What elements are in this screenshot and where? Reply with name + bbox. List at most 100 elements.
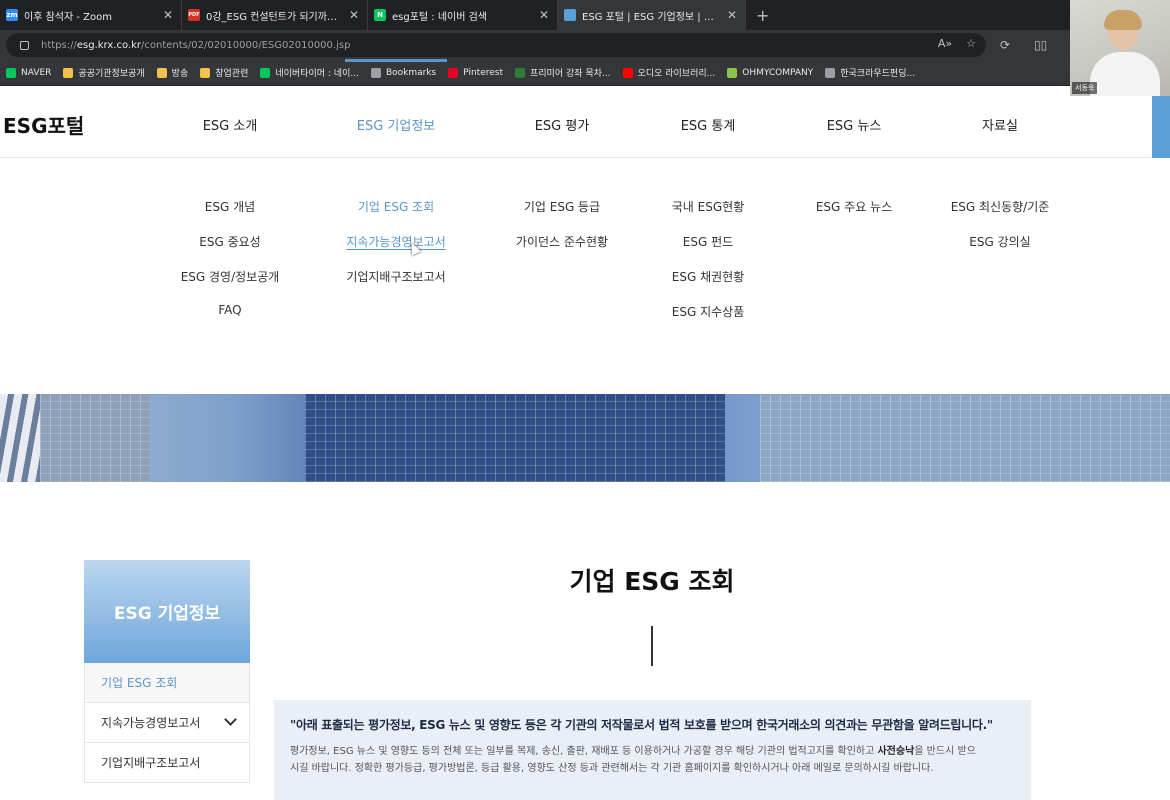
bookmark-item[interactable]: Pinterest — [448, 67, 503, 78]
notice-body: 평가정보, ESG 뉴스 및 영향도 등의 전체 또는 일부를 복제, 송신, … — [290, 746, 976, 774]
split-screen-icon[interactable]: ▯▯ — [1034, 38, 1047, 52]
mega-col-statistics: 국내 ESG현황 ESG 펀드 ESG 채권현황 ESG 지수상품 — [672, 198, 744, 338]
bookmark-item[interactable]: 공공기관정보공개 — [63, 66, 145, 79]
star-icon[interactable]: ☆ — [966, 37, 976, 50]
nav-esg-company-info[interactable]: ESG 기업정보 — [357, 115, 436, 134]
side-navigation: ESG 기업정보 기업 ESG 조회 지속가능경영보고서 기업지배구조보고서 — [84, 560, 250, 783]
menu-item[interactable]: ESG 중요성 — [199, 233, 260, 268]
close-icon[interactable]: ✕ — [539, 8, 549, 22]
side-tab[interactable] — [1152, 96, 1170, 158]
url-text[interactable]: https://esg.krx.co.kr/contents/02/020100… — [41, 40, 350, 51]
site-icon — [515, 67, 525, 78]
menu-item[interactable]: ESG 최신동향/기준 — [951, 198, 1050, 233]
notice-box: "아래 표출되는 평가정보, ESG 뉴스 및 영향도 등은 각 기관의 저작물… — [274, 700, 1031, 800]
read-aloud-icon[interactable]: A» — [938, 37, 952, 50]
browser-tab-pdf[interactable]: PDF 0강_ESG 컨설턴트가 되기까지.pdf ✕ — [182, 0, 368, 30]
folder-icon — [63, 67, 74, 78]
menu-item-governance-report[interactable]: 기업지배구조보고서 — [346, 268, 445, 303]
bookmark-label: OHMYCOMPANY — [742, 67, 814, 78]
close-icon[interactable]: ✕ — [727, 8, 737, 22]
side-nav-label: 지속가능경영보고서 — [101, 716, 201, 730]
tab-title: 이후 참석자 - Zoom — [24, 11, 112, 23]
bookmark-item[interactable]: 창업관련 — [200, 66, 248, 79]
browser-tab-zoom[interactable]: zm 이후 참석자 - Zoom ✕ — [0, 0, 182, 30]
menu-item[interactable]: ESG 경영/정보공개 — [181, 268, 280, 303]
folder-icon — [200, 67, 211, 78]
ohmy-icon — [727, 67, 738, 78]
mega-menu: ESG 개념 ESG 중요성 ESG 경영/정보공개 FAQ 기업 ESG 조회… — [0, 158, 1170, 394]
lock-icon — [20, 40, 29, 50]
menu-item[interactable]: ESG 주요 뉴스 — [816, 198, 892, 233]
menu-item[interactable]: 기업 ESG 등급 — [524, 198, 600, 233]
naver-icon: N — [374, 9, 386, 21]
nav-resources[interactable]: 자료실 — [982, 115, 1018, 134]
close-icon[interactable]: ✕ — [349, 8, 359, 22]
nav-esg-news[interactable]: ESG 뉴스 — [827, 115, 882, 134]
nav-esg-intro[interactable]: ESG 소개 — [203, 115, 258, 134]
mega-col-company-info: 기업 ESG 조회 지속가능경영보고서 기업지배구조보고서 — [346, 198, 445, 303]
side-nav-sustainability-report[interactable]: 지속가능경영보고서 — [84, 703, 250, 743]
browser-tab-naver[interactable]: N esg포털 : 네이버 검색 ✕ — [368, 0, 558, 30]
mega-col-news: ESG 주요 뉴스 — [816, 198, 892, 233]
menu-item[interactable]: ESG 개념 — [205, 198, 255, 233]
nav-esg-evaluation[interactable]: ESG 평가 — [535, 115, 590, 134]
menu-item[interactable]: ESG 펀드 — [683, 233, 733, 268]
menu-item[interactable]: ESG 채권현황 — [672, 268, 744, 303]
bookmark-item[interactable]: Bookmarks — [370, 67, 437, 78]
title-divider — [651, 626, 653, 666]
menu-item[interactable]: FAQ — [218, 303, 241, 338]
zoom-icon: zm — [6, 9, 18, 21]
menu-item[interactable]: ESG 지수상품 — [672, 303, 744, 338]
youtube-icon — [622, 67, 633, 78]
browser-tab-esg-portal[interactable]: ESG 포털 | ESG 기업정보 | 기업 ESG ✕ — [558, 0, 746, 30]
menu-item[interactable]: 국내 ESG현황 — [672, 198, 744, 233]
folder-icon — [156, 67, 167, 78]
hero-banner-image — [0, 394, 1170, 482]
bookmark-label: Pinterest — [463, 67, 503, 78]
krx-icon — [564, 9, 576, 21]
bookmark-item[interactable]: 프리미어 강좌 목차... — [515, 66, 611, 79]
mega-col-resources: ESG 최신동향/기준 ESG 강의실 — [951, 198, 1050, 268]
menu-item[interactable]: ESG 강의실 — [969, 233, 1030, 268]
site-header: ESG포털 ESG 소개 ESG 기업정보 ESG 평가 ESG 통계 ESG … — [0, 96, 1170, 158]
bookmark-label: 한국크라우드펀딩... — [840, 69, 916, 79]
bookmark-item[interactable]: OHMYCOMPANY — [727, 67, 814, 78]
tab-title: 0강_ESG 컨설턴트가 되기까지.pdf — [206, 11, 343, 23]
bookmark-item[interactable]: 오디오 라이브러리... — [622, 66, 715, 79]
bookmark-item[interactable]: 방송 — [156, 66, 189, 79]
nav-esg-statistics[interactable]: ESG 통계 — [681, 115, 736, 134]
menu-item-sustainability-report[interactable]: 지속가능경영보고서 — [346, 233, 445, 268]
close-icon[interactable]: ✕ — [163, 8, 173, 22]
naver-icon — [6, 67, 16, 78]
bookmark-label: 네이버타이머 : 네이... — [275, 69, 359, 79]
bookmarks-bar: NAVER 공공기관정보공개 방송 창업관련 네이버타이머 : 네이... Bookmar… — [0, 60, 1070, 86]
page-icon — [370, 67, 381, 78]
extensions-icon[interactable]: ⟳ — [1000, 38, 1010, 52]
bookmark-item[interactable]: 한국크라우드펀딩... — [825, 66, 915, 79]
page-icon — [825, 67, 836, 78]
participant-name: 서동욱 — [1072, 82, 1098, 94]
side-nav-label: 기업지배구조보고서 — [101, 756, 201, 770]
address-toolbar: https://esg.krx.co.kr/contents/02/020100… — [0, 30, 1070, 60]
bookmark-item[interactable]: 네이버타이머 : 네이... — [260, 66, 359, 79]
bookmark-label: NAVER — [21, 67, 52, 78]
new-tab-button[interactable]: + — [756, 6, 769, 25]
side-nav-governance-report[interactable]: 기업지배구조보고서 — [84, 743, 250, 783]
browser-tab-strip: zm 이후 참석자 - Zoom ✕ PDF 0강_ESG 컨설턴트가 되기까지… — [0, 0, 1070, 30]
side-nav-title: ESG 기업정보 — [84, 560, 250, 663]
side-nav-company-esg[interactable]: 기업 ESG 조회 — [84, 663, 250, 703]
mega-col-intro: ESG 개념 ESG 중요성 ESG 경영/정보공개 FAQ — [181, 198, 280, 338]
menu-item-company-esg[interactable]: 기업 ESG 조회 — [358, 198, 434, 233]
page-title: 기업 ESG 조회 — [569, 567, 735, 596]
notice-heading: "아래 표출되는 평가정보, ESG 뉴스 및 영향도 등은 각 기관의 저작물… — [290, 718, 993, 732]
bookmark-label: Bookmarks — [385, 67, 437, 78]
tab-title: esg포털 : 네이버 검색 — [392, 11, 488, 23]
menu-item[interactable]: 가이던스 준수현황 — [516, 233, 608, 268]
address-bar[interactable]: https://esg.krx.co.kr/contents/02/020100… — [6, 33, 986, 57]
bookmark-label: 방송 — [171, 69, 189, 79]
screen: zm 이후 참석자 - Zoom ✕ PDF 0강_ESG 컨설턴트가 되기까지… — [0, 0, 1170, 800]
side-nav-label: 기업 ESG 조회 — [101, 676, 178, 690]
nav-active-indicator — [345, 59, 447, 62]
bookmark-item[interactable]: NAVER — [6, 67, 52, 78]
site-logo[interactable]: ESG포털 — [3, 110, 84, 139]
